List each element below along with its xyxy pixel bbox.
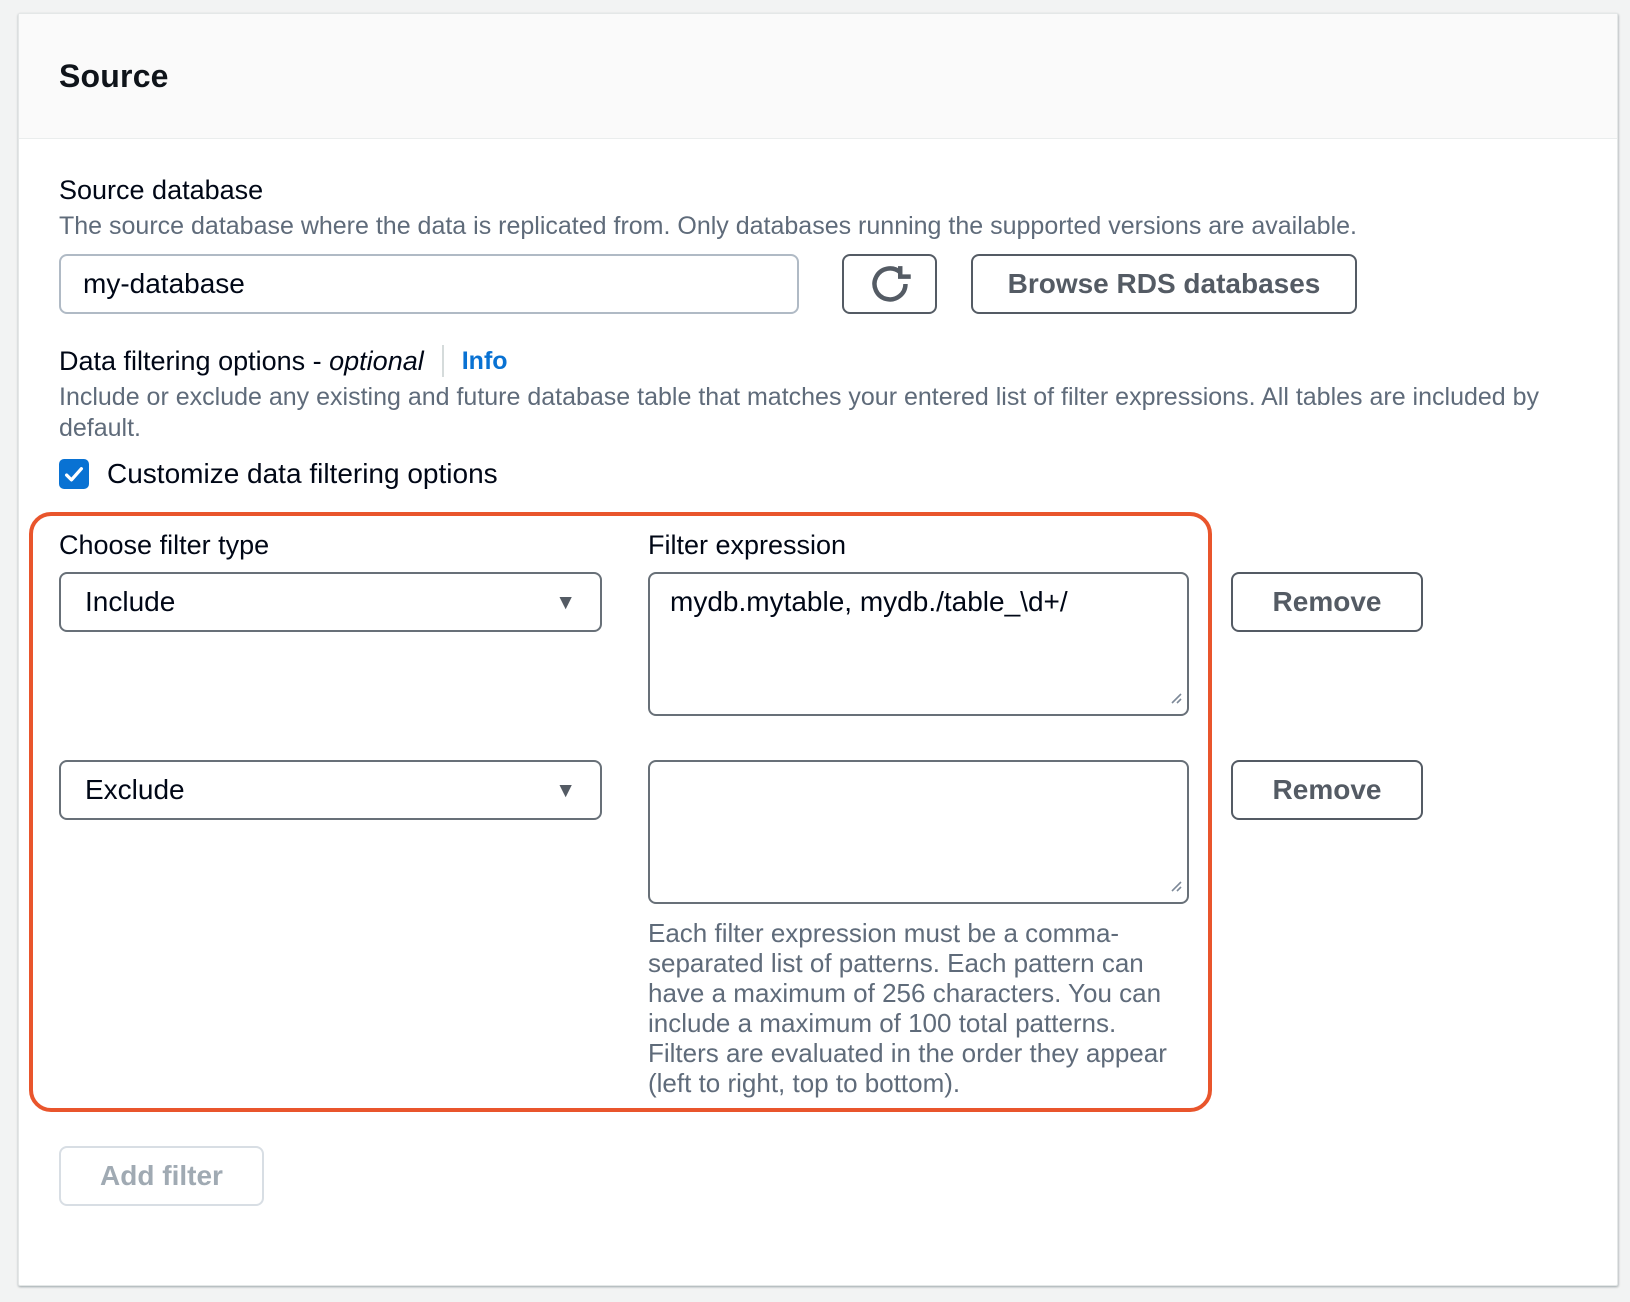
remove-filter-button[interactable]: Remove — [1231, 760, 1423, 820]
filter-expression-textarea[interactable]: mydb.mytable, mydb./table_\d+/ — [648, 572, 1189, 716]
data-filtering-section: Data filtering options - optional Info I… — [59, 344, 1577, 490]
refresh-icon — [869, 263, 911, 305]
source-database-input[interactable] — [59, 254, 799, 314]
source-panel-header: Source — [19, 14, 1617, 139]
chevron-down-icon: ▼ — [555, 780, 576, 801]
resize-handle-icon[interactable] — [1168, 878, 1183, 898]
customize-filtering-checkbox-row[interactable]: Customize data filtering options — [59, 458, 1577, 490]
browse-rds-databases-button[interactable]: Browse RDS databases — [971, 254, 1357, 314]
source-panel: Source Source database The source databa… — [18, 13, 1618, 1286]
filters-area: Choose filter type Filter expression Inc… — [59, 528, 1423, 1098]
filter-type-selected-value: Include — [85, 586, 175, 618]
filter-type-selected-value: Exclude — [85, 774, 185, 806]
add-filter-button[interactable]: Add filter — [59, 1146, 264, 1206]
source-database-label: Source database — [59, 173, 1577, 207]
source-database-field: Source database The source database wher… — [59, 173, 1577, 314]
info-link[interactable]: Info — [462, 347, 508, 376]
filter-expression-column-label: Filter expression — [648, 528, 1189, 562]
filter-row: Exclude ▼ Remove — [59, 760, 1423, 904]
filter-type-select[interactable]: Include ▼ — [59, 572, 602, 632]
data-filtering-label: Data filtering options - optional — [59, 344, 424, 378]
checkbox-checked-icon[interactable] — [59, 459, 89, 489]
source-panel-body: Source database The source database wher… — [19, 139, 1617, 1284]
filter-type-column-label: Choose filter type — [59, 528, 602, 562]
resize-handle-icon[interactable] — [1168, 690, 1183, 710]
filter-expression-helper-text: Each filter expression must be a comma-s… — [648, 918, 1189, 1098]
data-filtering-description: Include or exclude any existing and futu… — [59, 382, 1577, 444]
filter-row: Include ▼ mydb.mytable, mydb./table_\d+/… — [59, 572, 1423, 716]
refresh-button[interactable] — [842, 254, 937, 314]
label-divider — [442, 345, 444, 377]
filter-type-select[interactable]: Exclude ▼ — [59, 760, 602, 820]
filter-expression-textarea[interactable] — [648, 760, 1189, 904]
panel-title: Source — [59, 58, 169, 95]
remove-filter-button[interactable]: Remove — [1231, 572, 1423, 632]
customize-filtering-checkbox-label: Customize data filtering options — [107, 458, 498, 490]
source-database-description: The source database where the data is re… — [59, 211, 1577, 242]
chevron-down-icon: ▼ — [555, 592, 576, 613]
